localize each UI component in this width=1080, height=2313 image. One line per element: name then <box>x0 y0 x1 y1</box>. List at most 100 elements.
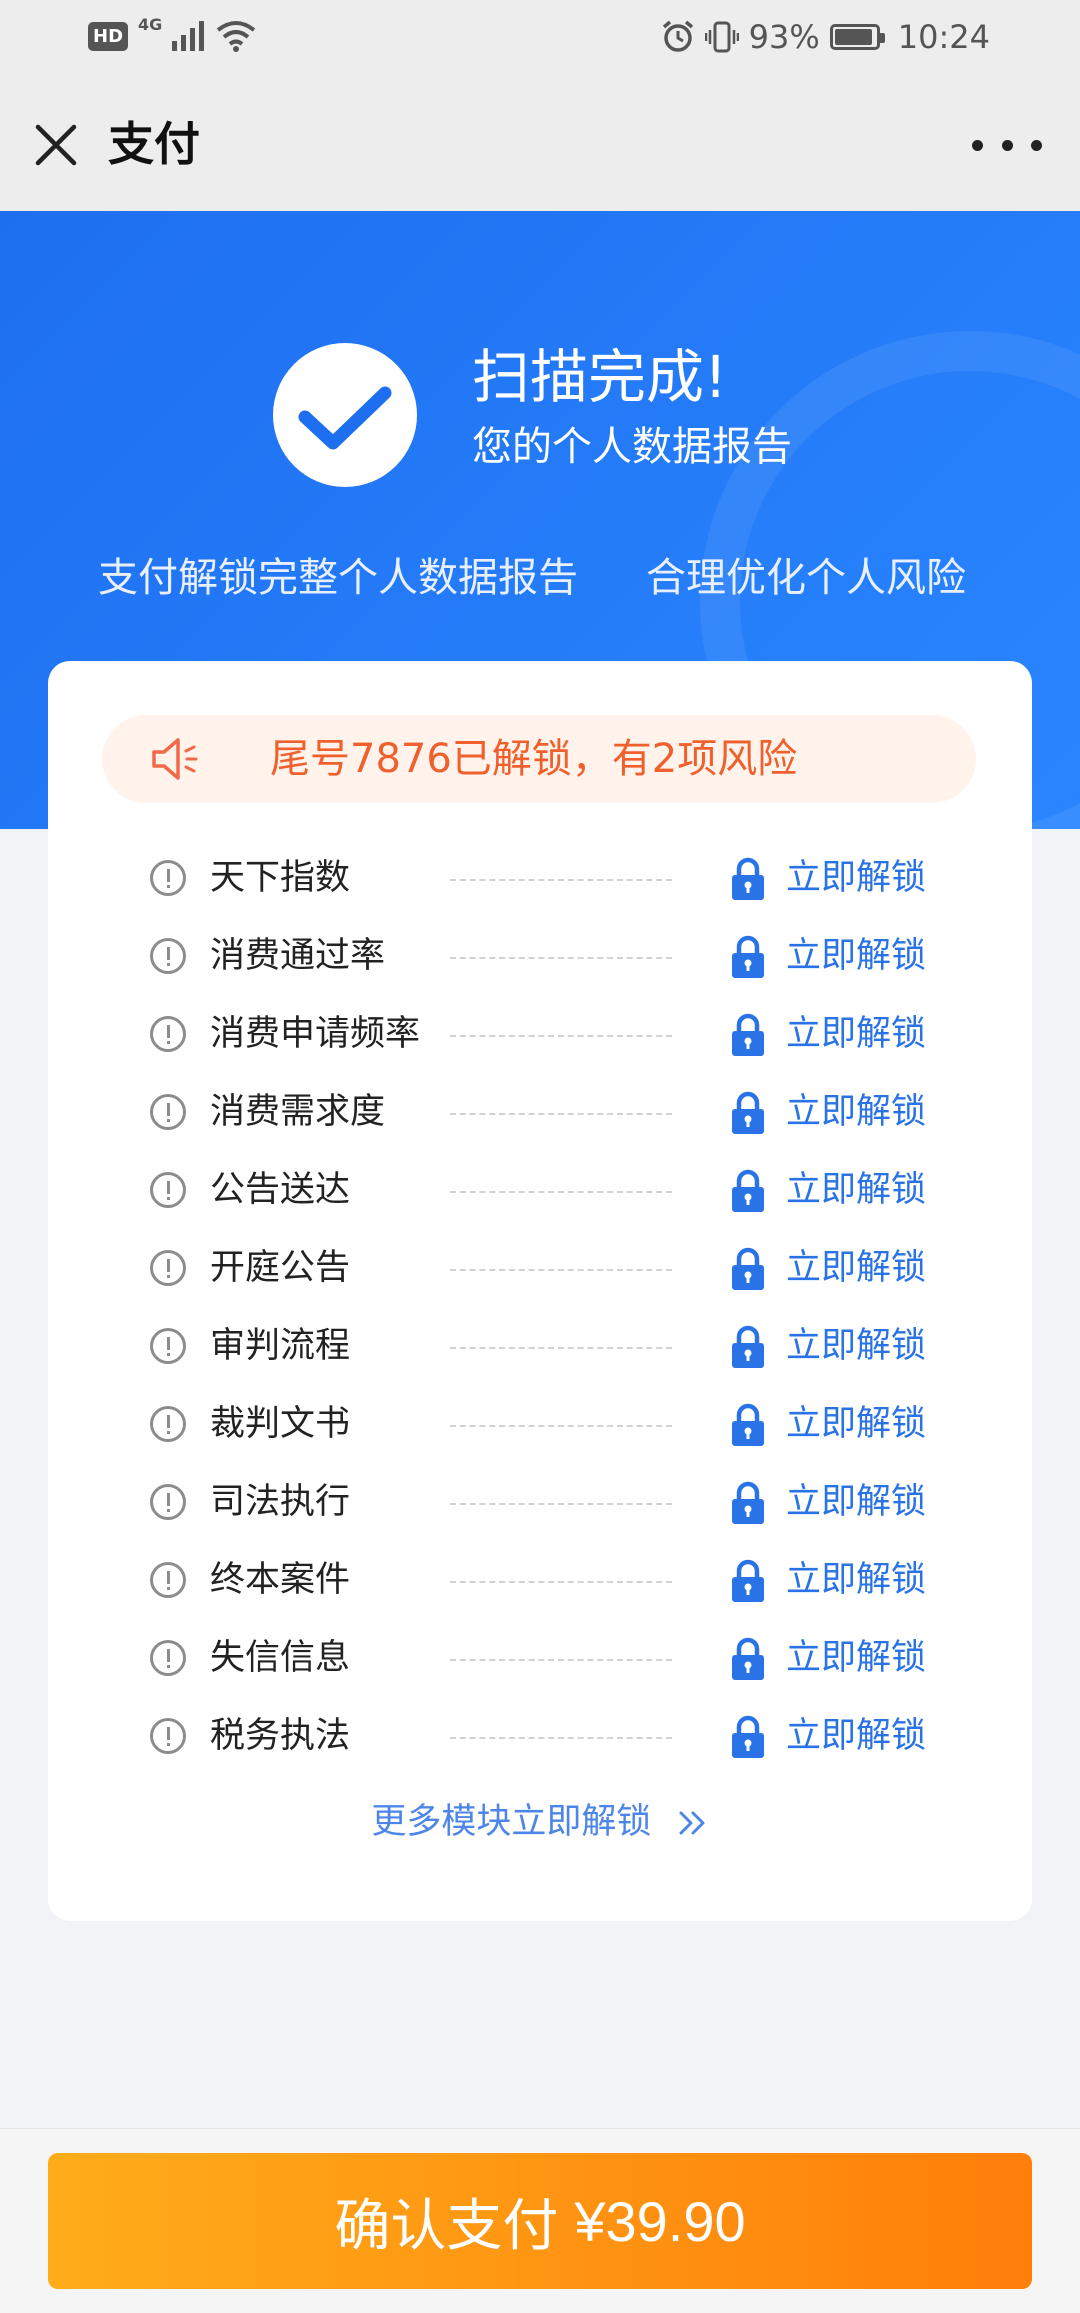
lock-icon[interactable] <box>730 935 766 979</box>
unlock-now-link[interactable]: 立即解锁 <box>786 1321 926 1371</box>
alarm-icon <box>662 20 693 52</box>
vibrate-icon <box>704 21 739 53</box>
unlock-now-link[interactable]: 立即解锁 <box>786 1009 926 1059</box>
risk-item: 消费需求度 立即解锁 <box>48 1075 1032 1153</box>
unlock-now-link[interactable]: 立即解锁 <box>786 1633 926 1683</box>
risk-item-name: 消费需求度 <box>210 1092 386 1132</box>
speaker-icon <box>152 738 198 780</box>
risk-item-name: 司法执行 <box>210 1482 351 1522</box>
signal-icon <box>172 21 205 51</box>
bottom-bar: 确认支付 ¥39.90 <box>0 2128 1080 2313</box>
hd-badge: HD <box>88 21 129 51</box>
notice-text: 尾号7876已解锁，有2项风险 <box>270 736 798 782</box>
page-title: 支付 <box>108 117 200 171</box>
status-right: 93% 10:24 <box>661 18 990 56</box>
check-circle <box>273 343 417 487</box>
lock-icon[interactable] <box>730 1013 766 1057</box>
warning-icon <box>150 938 186 974</box>
battery-icon <box>829 24 885 50</box>
dashed-divider <box>450 1269 672 1271</box>
network-label: 4G <box>138 14 163 34</box>
risk-item: 公告送达 立即解锁 <box>48 1153 1032 1231</box>
unlock-now-link[interactable]: 立即解锁 <box>786 1087 926 1137</box>
risk-item: 税务执法 立即解锁 <box>48 1699 1032 1777</box>
risk-item-name: 审判流程 <box>210 1326 351 1366</box>
unlock-now-link[interactable]: 立即解锁 <box>786 1711 926 1761</box>
dashed-divider <box>450 957 672 959</box>
dashed-divider <box>450 1737 672 1739</box>
dashed-divider <box>450 1425 672 1427</box>
unlock-now-link[interactable]: 立即解锁 <box>786 1555 926 1605</box>
warning-icon <box>150 1328 186 1364</box>
risk-item-name: 消费申请频率 <box>210 1014 421 1054</box>
unlock-now-link[interactable]: 立即解锁 <box>786 1243 926 1293</box>
status-bar: HD 4G 93% 10:24 <box>0 0 1080 80</box>
dashed-divider <box>450 1503 672 1505</box>
hero-slogan-left: 支付解锁完整个人数据报告 <box>98 555 578 601</box>
lock-icon[interactable] <box>730 1559 766 1603</box>
hero-title: 扫描完成! <box>472 343 728 411</box>
warning-icon <box>150 1172 186 1208</box>
risk-item: 天下指数 立即解锁 <box>48 841 1032 919</box>
risk-item: 消费通过率 立即解锁 <box>48 919 1032 997</box>
risk-item-name: 终本案件 <box>210 1560 351 1600</box>
dashed-divider <box>450 1113 672 1115</box>
lock-icon[interactable] <box>730 1091 766 1135</box>
lock-icon[interactable] <box>730 1637 766 1681</box>
unlock-now-link[interactable]: 立即解锁 <box>786 1165 926 1215</box>
unlock-now-link[interactable]: 立即解锁 <box>786 1477 926 1527</box>
risk-item: 审判流程 立即解锁 <box>48 1309 1032 1387</box>
warning-icon <box>150 1484 186 1520</box>
risk-item: 失信信息 立即解锁 <box>48 1621 1032 1699</box>
warning-icon <box>150 1562 186 1598</box>
warning-icon <box>150 1640 186 1676</box>
warning-icon <box>150 860 186 896</box>
risk-item-name: 失信信息 <box>210 1638 351 1678</box>
pay-label: 确认支付 <box>334 2193 559 2257</box>
wifi-icon <box>217 21 256 52</box>
close-icon <box>35 124 77 166</box>
more-modules-label: 更多模块立即解锁 <box>371 1802 652 1842</box>
risk-item: 裁判文书 立即解锁 <box>48 1387 1032 1465</box>
lock-icon[interactable] <box>730 1403 766 1447</box>
more-dot <box>1031 139 1042 151</box>
warning-icon <box>150 1406 186 1442</box>
warning-icon <box>150 1250 186 1286</box>
risk-item: 司法执行 立即解锁 <box>48 1465 1032 1543</box>
more-button[interactable] <box>972 120 1042 170</box>
dashed-divider <box>450 1659 672 1661</box>
risk-item-name: 税务执法 <box>210 1716 351 1756</box>
more-dot <box>972 139 983 151</box>
battery-fill <box>834 29 872 45</box>
unlock-now-link[interactable]: 立即解锁 <box>786 853 926 903</box>
risk-item-name: 开庭公告 <box>210 1248 351 1288</box>
risk-item: 开庭公告 立即解锁 <box>48 1231 1032 1309</box>
close-button[interactable] <box>28 117 84 173</box>
lock-icon[interactable] <box>730 1715 766 1759</box>
confirm-pay-button[interactable]: 确认支付 ¥39.90 <box>48 2153 1032 2289</box>
unlock-now-link[interactable]: 立即解锁 <box>786 1399 926 1449</box>
pay-amount: ¥39.90 <box>574 2189 746 2253</box>
lock-icon[interactable] <box>730 1169 766 1213</box>
unlock-now-link[interactable]: 立即解锁 <box>786 931 926 981</box>
status-left: HD 4G <box>88 15 256 52</box>
hero-subtitle: 您的个人数据报告 <box>472 424 792 470</box>
lock-icon[interactable] <box>730 857 766 901</box>
dashed-divider <box>450 1191 672 1193</box>
risk-item-name: 公告送达 <box>210 1170 351 1210</box>
risk-item-name: 裁判文书 <box>210 1404 351 1444</box>
lock-icon[interactable] <box>730 1481 766 1525</box>
more-modules-link[interactable]: 更多模块立即解锁 <box>48 1797 1032 1847</box>
notice-banner: 尾号7876已解锁，有2项风险 <box>102 715 976 803</box>
dashed-divider <box>450 1035 672 1037</box>
dashed-divider <box>450 879 672 881</box>
nav-bar: 支付 <box>0 80 1080 211</box>
status-time: 10:24 <box>897 18 990 56</box>
lock-icon[interactable] <box>730 1247 766 1291</box>
risk-item: 消费申请频率 立即解锁 <box>48 997 1032 1075</box>
warning-icon <box>150 1718 186 1754</box>
risk-item-name: 消费通过率 <box>210 936 386 976</box>
lock-icon[interactable] <box>730 1325 766 1369</box>
dashed-divider <box>450 1581 672 1583</box>
double-chevron-right-icon <box>679 1811 705 1835</box>
